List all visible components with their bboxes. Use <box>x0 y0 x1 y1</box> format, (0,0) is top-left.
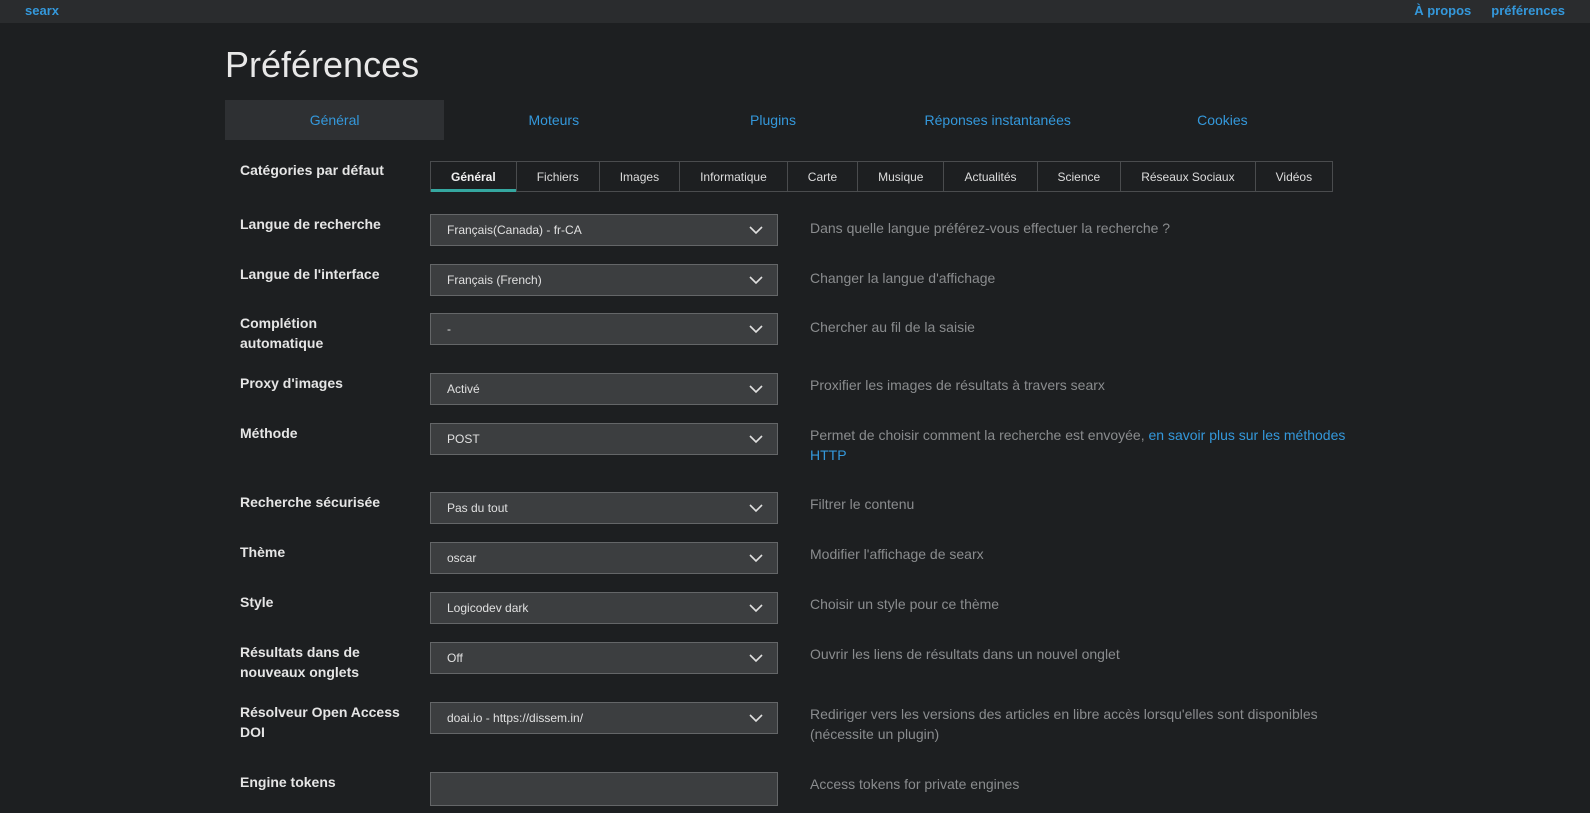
about-link[interactable]: À propos <box>1414 3 1471 18</box>
setting-help: Ouvrir les liens de résultats dans un no… <box>810 646 1120 662</box>
page-title: Préférences <box>225 44 420 85</box>
brand-link[interactable]: searx <box>25 3 59 18</box>
setting-row-autocomplete: Complétion automatique - Chercher au fil… <box>240 313 975 353</box>
preferences-tabs: Général Moteurs Plugins Réponses instant… <box>225 100 1332 140</box>
chevron-down-icon <box>749 714 763 723</box>
setting-help: Access tokens for private engines <box>810 776 1020 792</box>
autocomplete-select[interactable]: - <box>430 313 778 345</box>
setting-label: Langue de recherche <box>240 216 381 232</box>
select-value: Activé <box>447 382 480 396</box>
setting-help: Rediriger vers les versions des articles… <box>810 706 1318 742</box>
setting-row-method: Méthode POST Permet de choisir comment l… <box>240 423 1345 463</box>
setting-label: Recherche sécurisée <box>240 494 381 510</box>
top-links: À propos préférences <box>1414 3 1565 18</box>
engine-tokens-input[interactable] <box>430 772 778 806</box>
setting-row-engine-tokens: Engine tokens Access tokens for private … <box>240 772 1019 806</box>
category-music[interactable]: Musique <box>858 162 945 191</box>
interface-language-select[interactable]: Français (French) <box>430 264 778 296</box>
theme-select[interactable]: oscar <box>430 542 778 574</box>
select-value: Français (French) <box>447 273 542 287</box>
tab-cookies[interactable]: Cookies <box>1113 100 1332 140</box>
category-it[interactable]: Informatique <box>680 162 788 191</box>
setting-label: Langue de l'interface <box>240 266 380 282</box>
tab-engines[interactable]: Moteurs <box>444 100 663 140</box>
chevron-down-icon <box>749 435 763 444</box>
category-science[interactable]: Science <box>1038 162 1122 191</box>
setting-row-interface-language: Langue de l'interface Français (French) … <box>240 264 995 296</box>
setting-row-search-language: Langue de recherche Français(Canada) - f… <box>240 214 1170 246</box>
setting-row-doi-resolver: Résolveur Open Access DOI doai.io - http… <box>240 702 1318 742</box>
category-news[interactable]: Actualités <box>944 162 1038 191</box>
category-social-media[interactable]: Réseaux Sociaux <box>1121 162 1256 191</box>
chevron-down-icon <box>749 604 763 613</box>
setting-help: Changer la langue d'affichage <box>810 270 996 286</box>
safe-search-select[interactable]: Pas du tout <box>430 492 778 524</box>
category-images[interactable]: Images <box>600 162 681 191</box>
setting-row-safe-search: Recherche sécurisée Pas du tout Filtrer … <box>240 492 914 524</box>
select-value: Logicodev dark <box>447 601 529 615</box>
chevron-down-icon <box>749 325 763 334</box>
top-navbar: searx À propos préférences <box>0 0 1590 23</box>
category-tabs: Général Fichiers Images Informatique Car… <box>430 161 1334 192</box>
setting-row-categories: Catégories par défaut <box>240 160 430 180</box>
setting-label: Résolveur Open Access DOI <box>240 704 400 740</box>
setting-help: Modifier l'affichage de searx <box>810 546 984 562</box>
setting-help: Filtrer le contenu <box>810 496 915 512</box>
setting-help: Proxifier les images de résultats à trav… <box>810 377 1105 393</box>
chevron-down-icon <box>749 385 763 394</box>
tab-plugins[interactable]: Plugins <box>663 100 882 140</box>
category-videos[interactable]: Vidéos <box>1256 162 1332 191</box>
category-general[interactable]: Général <box>431 162 517 192</box>
category-map[interactable]: Carte <box>788 162 859 191</box>
chevron-down-icon <box>749 504 763 513</box>
preferences-link[interactable]: préférences <box>1491 3 1565 18</box>
doi-resolver-select[interactable]: doai.io - https://dissem.in/ <box>430 702 778 734</box>
search-language-select[interactable]: Français(Canada) - fr-CA <box>430 214 778 246</box>
tab-general[interactable]: Général <box>225 100 445 140</box>
method-help-text: Permet de choisir comment la recherche e… <box>810 427 1145 443</box>
method-select[interactable]: POST <box>430 423 778 455</box>
setting-label: Méthode <box>240 425 298 441</box>
select-value: Français(Canada) - fr-CA <box>447 223 582 237</box>
chevron-down-icon <box>749 226 763 235</box>
select-value: Off <box>447 651 463 665</box>
select-value: POST <box>447 432 480 446</box>
categories-label: Catégories par défaut <box>240 162 384 178</box>
tab-instant-answers[interactable]: Réponses instantanées <box>883 100 1113 140</box>
chevron-down-icon <box>749 554 763 563</box>
setting-row-image-proxy: Proxy d'images Activé Proxifier les imag… <box>240 373 1105 405</box>
select-value: oscar <box>447 551 477 565</box>
chevron-down-icon <box>749 654 763 663</box>
chevron-down-icon <box>749 276 763 285</box>
select-value: doai.io - https://dissem.in/ <box>447 711 584 725</box>
setting-help: Dans quelle langue préférez-vous effectu… <box>810 220 1171 236</box>
setting-label: Résultats dans de nouveaux onglets <box>240 644 360 680</box>
style-select[interactable]: Logicodev dark <box>430 592 778 624</box>
setting-label: Complétion automatique <box>240 315 324 351</box>
setting-label: Thème <box>240 544 286 560</box>
setting-label: Engine tokens <box>240 774 336 790</box>
setting-help: Choisir un style pour ce thème <box>810 596 1000 612</box>
select-value: Pas du tout <box>447 501 508 515</box>
setting-label: Style <box>240 594 274 610</box>
setting-row-new-tabs: Résultats dans de nouveaux onglets Off O… <box>240 642 1120 682</box>
new-tabs-select[interactable]: Off <box>430 642 778 674</box>
setting-row-style: Style Logicodev dark Choisir un style po… <box>240 592 999 624</box>
setting-help: Chercher au fil de la saisie <box>810 319 975 335</box>
select-value: - <box>447 322 451 336</box>
image-proxy-select[interactable]: Activé <box>430 373 778 405</box>
setting-row-theme: Thème oscar Modifier l'affichage de sear… <box>240 542 984 574</box>
setting-label: Proxy d'images <box>240 375 343 391</box>
setting-help: Permet de choisir comment la recherche e… <box>810 425 1355 465</box>
category-files[interactable]: Fichiers <box>517 162 600 191</box>
